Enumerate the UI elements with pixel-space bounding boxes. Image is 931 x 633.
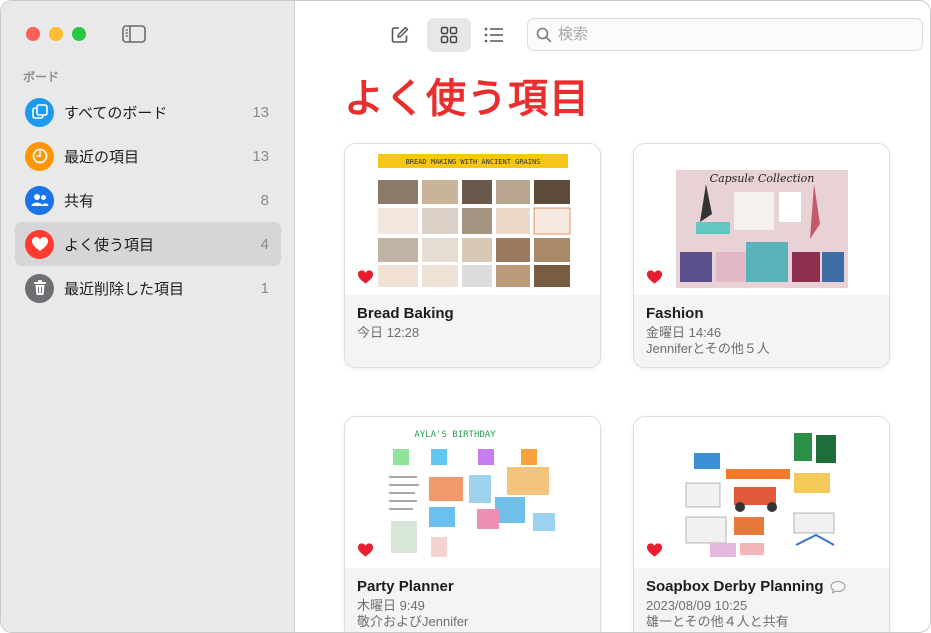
- page-title: よく使う項目: [344, 77, 590, 121]
- sidebar-item-label: 最近削除した項目: [64, 280, 185, 298]
- board-collaborators: Jenniferとその他５人: [646, 341, 770, 356]
- board-date: 2023/08/09 10:25: [646, 598, 748, 613]
- favorite-heart-icon[interactable]: [646, 269, 663, 285]
- search-input[interactable]: [558, 26, 898, 43]
- board-info: Party Planner 木曜日 9:49 敬介およびJennifer: [345, 568, 600, 632]
- sidebar-item-label: よく使う項目: [64, 236, 155, 254]
- main-content: よく使う項目 BREAD MAKING WITH ANCIENT GRAINS: [296, 1, 930, 632]
- grid-view-button[interactable]: [427, 18, 471, 52]
- minimize-window-button[interactable]: [49, 27, 63, 41]
- zoom-window-button[interactable]: [72, 27, 86, 41]
- sidebar-item-favorites[interactable]: よく使う項目 4: [15, 222, 281, 266]
- sidebar-item-all-boards[interactable]: すべてのボード 13: [15, 90, 281, 134]
- board-date: 金曜日 14:46: [646, 325, 722, 340]
- sidebar-item-recent[interactable]: 最近の項目 13: [15, 134, 281, 178]
- board-info: Soapbox Derby Planning 2023/08/09 10:25 …: [634, 568, 889, 632]
- trash-icon: [25, 273, 54, 303]
- board-date: 今日 12:28: [357, 325, 420, 340]
- thumbnail-caption: BREAD MAKING WITH ANCIENT GRAINS: [406, 158, 541, 166]
- sidebar-item-recently-deleted[interactable]: 最近削除した項目 1: [15, 266, 281, 310]
- board-thumbnail: [634, 417, 889, 568]
- board-thumbnail: AYLA'S BIRTHDAY: [345, 417, 600, 568]
- app-window: ボード すべてのボード 13 最近の項目 13 共有 8 よく使う項目 4 最近…: [0, 0, 931, 633]
- close-window-button[interactable]: [26, 27, 40, 41]
- sidebar-item-label: 共有: [64, 192, 95, 210]
- board-info: Bread Baking 今日 12:28: [345, 295, 600, 367]
- favorite-heart-icon[interactable]: [357, 269, 374, 285]
- search-icon: [536, 27, 552, 42]
- board-title-row: Soapbox Derby Planning: [646, 578, 879, 595]
- new-board-button[interactable]: [378, 18, 422, 52]
- sidebar-item-count: 13: [252, 147, 269, 165]
- board-title: Fashion: [646, 305, 704, 322]
- board-date: 木曜日 9:49: [357, 598, 425, 613]
- thumbnail-caption: AYLA'S BIRTHDAY: [414, 430, 496, 440]
- boards-icon: [25, 97, 54, 127]
- board-title: Soapbox Derby Planning: [646, 578, 824, 595]
- board-thumbnail: BREAD MAKING WITH ANCIENT GRAINS: [345, 144, 600, 295]
- list-icon: [484, 27, 503, 43]
- compose-icon: [391, 26, 409, 43]
- sidebar-item-count: 4: [260, 235, 269, 253]
- sidebar-item-label: すべてのボード: [64, 104, 168, 122]
- heart-icon: [25, 229, 54, 259]
- board-title: Party Planner: [357, 578, 454, 595]
- sidebar-nav: すべてのボード 13 最近の項目 13 共有 8 よく使う項目 4 最近削除した…: [15, 90, 281, 310]
- sidebar-item-count: 13: [252, 103, 269, 121]
- board-card-fashion[interactable]: Capsule Collection Fashion 金曜日 14:46 Jen…: [633, 143, 890, 368]
- board-card-party-planner[interactable]: AYLA'S BIRTHDAY Party Planner 木曜日 9:49 敬…: [344, 416, 601, 632]
- board-card-bread-baking[interactable]: BREAD MAKING WITH ANCIENT GRAINS Bread B…: [344, 143, 601, 368]
- sidebar-item-count: 8: [260, 191, 269, 209]
- thumbnail-caption: Capsule Collection: [710, 172, 815, 185]
- board-collaborators: 雄一とその他４人と共有: [646, 614, 789, 629]
- favorite-heart-icon[interactable]: [357, 542, 374, 558]
- sidebar-item-label: 最近の項目: [64, 148, 140, 166]
- favorite-heart-icon[interactable]: [646, 542, 663, 558]
- clock-icon: [25, 141, 54, 171]
- grid-icon: [440, 26, 458, 44]
- comment-icon: [829, 580, 846, 594]
- sidebar-toggle-icon[interactable]: [121, 23, 147, 45]
- sidebar-item-shared[interactable]: 共有 8: [15, 178, 281, 222]
- search-field[interactable]: [527, 18, 923, 51]
- board-title: Bread Baking: [357, 305, 454, 322]
- board-card-soapbox-derby[interactable]: Soapbox Derby Planning 2023/08/09 10:25 …: [633, 416, 890, 632]
- sidebar-item-count: 1: [260, 279, 269, 297]
- board-thumbnail: Capsule Collection: [634, 144, 889, 295]
- people-icon: [25, 185, 54, 215]
- sidebar-section-label: ボード: [23, 70, 60, 84]
- window-controls: [26, 27, 86, 41]
- list-view-button[interactable]: [472, 18, 516, 52]
- board-collaborators: 敬介およびJennifer: [357, 614, 469, 629]
- board-info: Fashion 金曜日 14:46 Jenniferとその他５人: [634, 295, 889, 367]
- sidebar: ボード すべてのボード 13 最近の項目 13 共有 8 よく使う項目 4 最近…: [1, 1, 295, 632]
